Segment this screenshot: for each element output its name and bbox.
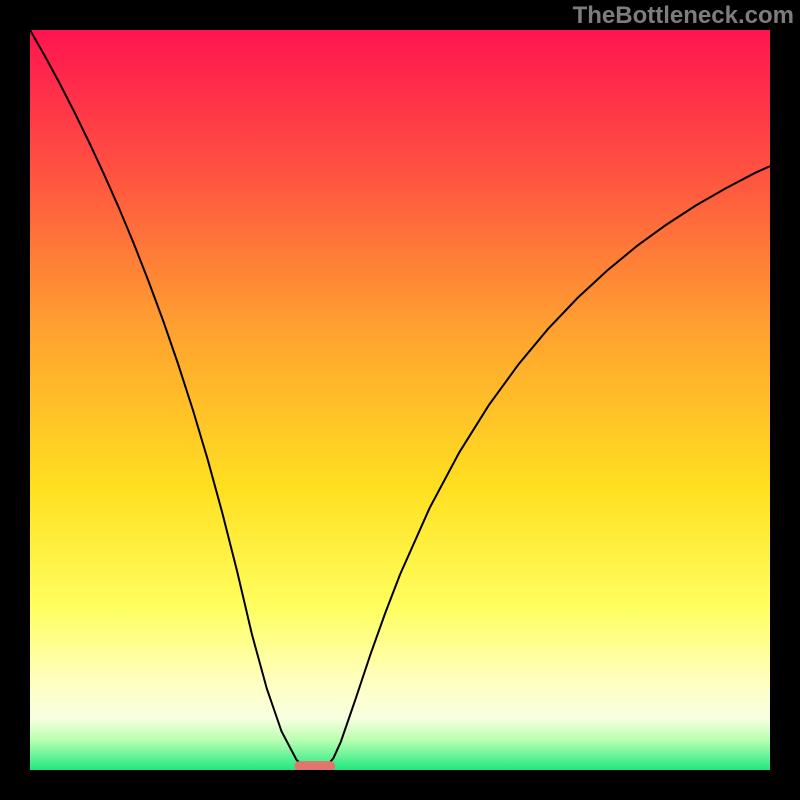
chart-svg	[30, 30, 770, 770]
minimum-marker	[295, 761, 336, 770]
bottleneck-curve	[30, 30, 770, 770]
watermark-text: TheBottleneck.com	[573, 2, 794, 30]
chart-frame: TheBottleneck.com	[0, 0, 800, 800]
plot-area	[30, 30, 770, 770]
